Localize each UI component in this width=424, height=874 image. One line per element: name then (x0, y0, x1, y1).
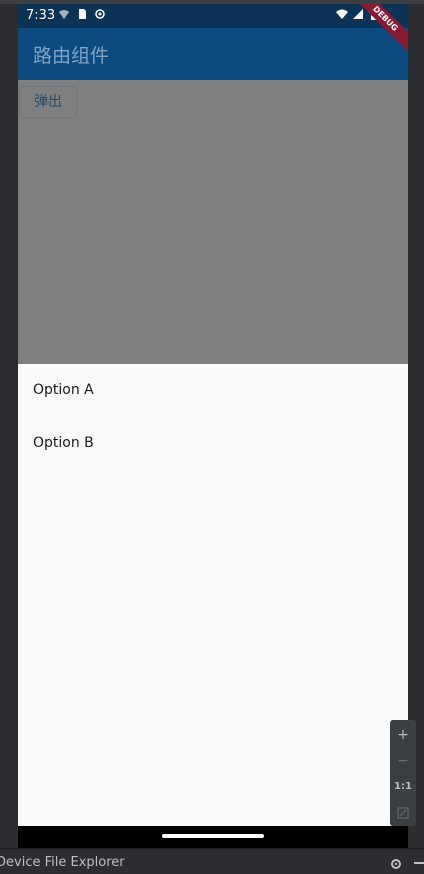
page-title: 路由组件 (33, 45, 110, 67)
app-bar: 路由组件 (18, 28, 408, 80)
option-b[interactable]: Option B (33, 435, 94, 451)
navigation-bar (18, 826, 408, 848)
target-icon (94, 8, 106, 20)
gear-icon[interactable] (390, 855, 402, 869)
actual-size-button[interactable]: 1:1 (390, 776, 416, 798)
scrim-overlay[interactable]: 弹出 (18, 80, 408, 364)
emulator-zoom-panel: + − 1:1 (390, 720, 416, 826)
sim-card-icon (76, 8, 88, 20)
status-time: 7:33 (26, 8, 56, 23)
signal-icon (352, 8, 364, 20)
wifi-icon (336, 8, 348, 20)
zoom-in-button[interactable]: + (390, 724, 416, 746)
home-gesture-handle[interactable] (162, 834, 264, 838)
fit-screen-icon[interactable] (390, 802, 416, 824)
wifi-question-icon (58, 8, 70, 20)
ide-bottom-panel: Device File Explorer (0, 848, 424, 870)
bottom-sheet: Option A Option B (18, 364, 408, 826)
minimize-icon[interactable] (414, 862, 424, 864)
option-a[interactable]: Option A (33, 382, 94, 398)
status-bar: 7:33 (18, 4, 408, 28)
device-screen: 7:33 路由组件 弹出 Option A Option B DEBUG (18, 4, 408, 848)
status-icons-left (58, 8, 106, 20)
zoom-out-button[interactable]: − (390, 750, 416, 772)
popup-button[interactable]: 弹出 (19, 86, 77, 118)
